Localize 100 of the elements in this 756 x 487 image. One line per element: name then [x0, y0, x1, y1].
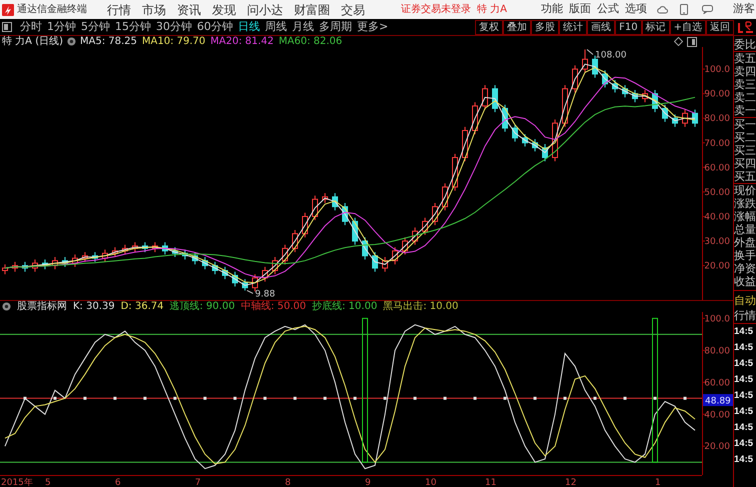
- period-tab[interactable]: 30分钟: [156, 18, 192, 36]
- toolbar-button[interactable]: 返回: [706, 20, 734, 34]
- trade-time: 14:5: [734, 405, 754, 419]
- price-axis-label: 20.00: [704, 262, 730, 272]
- quote-field-label: 外盘: [734, 236, 756, 249]
- toolbar-button[interactable]: 复权: [475, 20, 504, 34]
- quote-field-label: 卖二: [734, 91, 756, 104]
- date-axis-label: 5: [45, 478, 51, 487]
- quote-field-label: 涨幅: [734, 210, 756, 223]
- price-axis-label: 100.0: [704, 65, 730, 76]
- toolbar-button[interactable]: F10: [615, 20, 642, 34]
- indicator-value: D: 36.74: [120, 300, 164, 312]
- quote-field-label: 买五: [734, 170, 756, 184]
- date-axis-label: 1: [655, 478, 661, 487]
- period-tab[interactable]: 分时: [20, 18, 42, 36]
- indicator-value: 黑马出击: 10.00: [383, 300, 458, 312]
- period-tab[interactable]: 月线: [292, 18, 314, 36]
- indicator-axis-label: 20.00: [704, 442, 730, 452]
- moving-average-value: MA20: 81.42: [210, 36, 274, 47]
- toolbar-button[interactable]: 叠加: [503, 20, 532, 34]
- indicator-axis-label: 100.0: [704, 314, 730, 324]
- indicator-axis-label: 40.00: [704, 410, 730, 420]
- date-axis-label: 7: [195, 478, 201, 487]
- cloud-icon[interactable]: [657, 4, 668, 14]
- period-tab[interactable]: 日线: [238, 18, 260, 36]
- quote-field-label: 卖四: [734, 65, 756, 78]
- menu-item[interactable]: 市场: [142, 0, 166, 18]
- toolbar-button[interactable]: 标记: [642, 20, 670, 34]
- indicator-axis-label: 60.00: [704, 378, 730, 388]
- price-axis-label: 80.00: [704, 114, 730, 124]
- indicator-value: 中轴线: 50.00: [240, 300, 306, 312]
- quote-field-label: 总量: [734, 223, 756, 236]
- settings-icon[interactable]: [67, 37, 76, 46]
- quote-field-label: 换手: [734, 249, 756, 262]
- period-tab[interactable]: 5分钟: [81, 18, 110, 36]
- level-indicator-icon[interactable]: [738, 20, 754, 34]
- period-tab[interactable]: 周线: [265, 18, 287, 36]
- window-icon[interactable]: [687, 36, 697, 46]
- panel-toggle-icon[interactable]: [2, 22, 12, 32]
- app-name: 通达信金融终端: [17, 2, 87, 17]
- price-axis-label: 30.00: [704, 237, 730, 248]
- period-tab[interactable]: 1分钟: [47, 18, 76, 36]
- price-axis-label: 50.00: [704, 188, 730, 198]
- date-axis-label: 11: [485, 478, 496, 487]
- menu-item[interactable]: 发现: [212, 0, 236, 18]
- date-axis-label: 8: [285, 478, 291, 487]
- quote-field-label: 卖三: [734, 78, 756, 91]
- date-axis-label: 9: [365, 478, 371, 487]
- trade-time: 14:5: [734, 357, 754, 371]
- stock-name: 特 力A: [477, 2, 508, 17]
- quote-field-label: 卖一: [734, 104, 756, 118]
- indicator-settings-icon[interactable]: [2, 302, 11, 311]
- date-axis-label: 10: [425, 478, 436, 487]
- moving-average-value: MA10: 79.70: [142, 36, 206, 47]
- login-status: 证券交易未登录: [401, 2, 471, 17]
- trade-time: 14:5: [734, 437, 754, 451]
- indicator-value: K: 30.39: [73, 300, 115, 312]
- tool-menu-item[interactable]: 公式: [597, 1, 620, 18]
- trade-time: 14:5: [734, 341, 754, 355]
- price-axis-label: 40.00: [704, 212, 730, 222]
- menu-item[interactable]: 资讯: [177, 0, 201, 18]
- price-extreme-label: 108.00: [595, 50, 626, 60]
- menu-item[interactable]: 行情: [107, 0, 131, 18]
- tool-menu-item[interactable]: 版面: [569, 1, 592, 18]
- tool-menu-item[interactable]: 功能: [541, 1, 564, 18]
- toolbar-button[interactable]: +自选: [670, 20, 706, 34]
- quote-field-label: 买二: [734, 131, 756, 144]
- quote-field-label: 现价: [734, 184, 756, 197]
- quote-field-label: 净资: [734, 262, 756, 275]
- leader-line: [586, 48, 594, 55]
- trade-time: 14:5: [734, 373, 754, 387]
- period-tab[interactable]: 15分钟: [115, 18, 151, 36]
- quote-field-label: 买四: [734, 157, 756, 170]
- quote-field-label: 涨跌: [734, 197, 756, 210]
- price-extreme-label: 9.88: [255, 289, 276, 300]
- diamond-icon[interactable]: [674, 37, 683, 46]
- trade-time: 14:5: [734, 325, 754, 339]
- current-value-badge: 48.89: [703, 394, 733, 407]
- menu-item[interactable]: 财富圈: [294, 0, 330, 18]
- menu-item[interactable]: 问小达: [247, 0, 283, 18]
- price-axis-label: 90.00: [704, 90, 730, 100]
- indicator-name: 股票指标网: [17, 300, 67, 312]
- indicator-value: 逃顶线: 90.00: [170, 300, 235, 312]
- period-tab[interactable]: 60分钟: [197, 18, 233, 36]
- moving-average-value: MA60: 82.06: [278, 36, 342, 47]
- period-tab[interactable]: 多周期: [319, 18, 352, 36]
- tool-menu-item[interactable]: 选项: [625, 1, 648, 18]
- toolbar-button[interactable]: 统计: [559, 20, 588, 34]
- menu-item[interactable]: 交易: [341, 0, 365, 18]
- quote-field-label: 卖五: [734, 52, 756, 65]
- auto-mode-label[interactable]: 自动: [734, 293, 756, 308]
- toolbar-button[interactable]: 多股: [531, 20, 560, 34]
- period-tab[interactable]: 更多>: [357, 18, 388, 36]
- quote-mode-label: 行情: [734, 308, 756, 323]
- phone-icon[interactable]: [680, 4, 688, 15]
- message-icon[interactable]: [702, 5, 714, 14]
- user-name[interactable]: 游客: [733, 1, 756, 18]
- toolbar-button[interactable]: 画线: [587, 20, 616, 34]
- leader-line: [246, 290, 254, 294]
- quote-field-label: 买三: [734, 144, 756, 157]
